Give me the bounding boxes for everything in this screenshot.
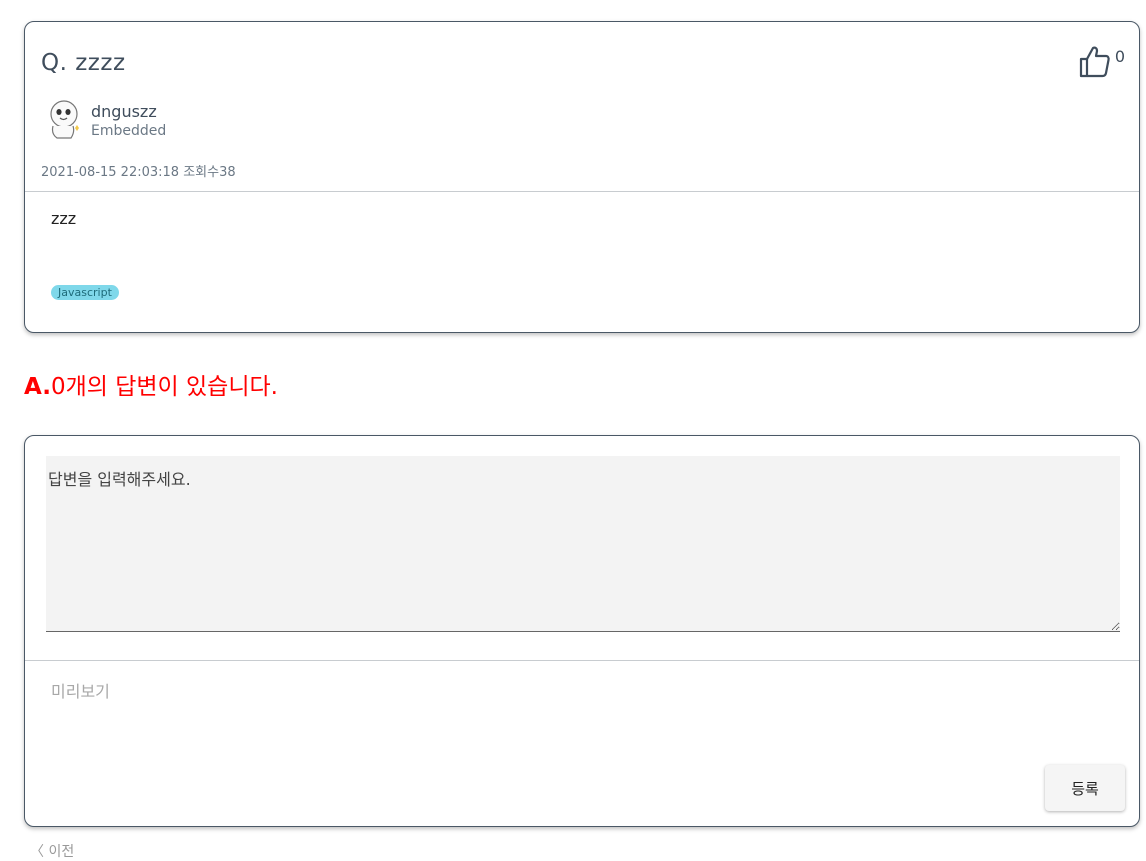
answer-summary: 0개의 답변이 있습니다. [50,374,278,400]
like-button[interactable]: 0 [1078,44,1125,78]
divider [25,191,1139,192]
question-title: Q. zzzz [41,50,126,76]
avatar[interactable] [47,98,83,142]
answer-count-heading: A.0개의 답변이 있습니다. [24,367,278,401]
question-card: Q. zzzz 0 dnguszz Embedded 2021-08-15 22… [24,21,1140,333]
prev-link[interactable]: 〈 이전 [30,841,74,861]
post-meta: 2021-08-15 22:03:18 조회수38 [41,165,236,180]
preview-area: 미리보기 [51,682,110,701]
like-count: 0 [1114,47,1125,66]
answer-form-card: 미리보기 등록 [24,435,1140,827]
divider [25,660,1139,661]
submit-button[interactable]: 등록 [1045,765,1125,811]
tag-javascript[interactable]: Javascript [51,285,119,300]
author-info: dnguszz Embedded [47,98,166,142]
answer-prefix: A. [24,374,51,400]
author-role: Embedded [91,123,167,139]
question-body: zzz [51,209,77,228]
thumbs-up-icon [1078,44,1112,78]
author-name[interactable]: dnguszz [91,102,166,122]
answer-input[interactable] [46,456,1120,632]
